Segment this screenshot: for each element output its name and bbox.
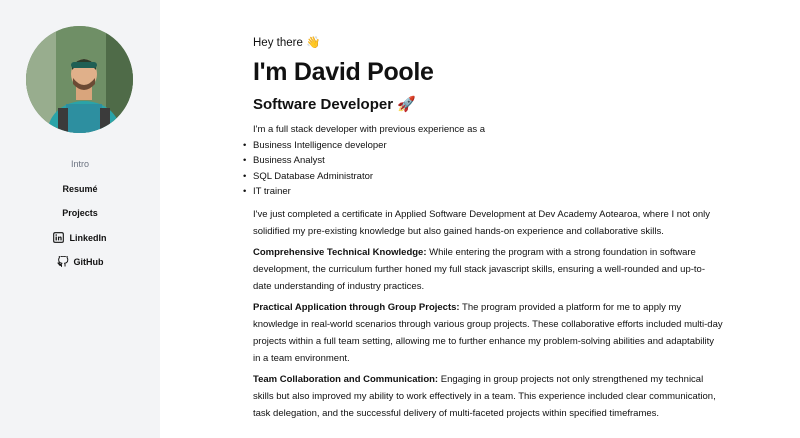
nav-item-github-label: GitHub [73, 257, 104, 268]
nav-item-intro[interactable]: Intro [0, 152, 160, 177]
section-heading: Comprehensive Technical Knowledge: [253, 246, 427, 258]
list-item: Business Intelligence developer [243, 138, 723, 154]
certificate-paragraph: I've just completed a certificate in App… [253, 208, 711, 237]
nav-item-projects[interactable]: Projects [0, 201, 160, 226]
section-team-collaboration: Team Collaboration and Communication: En… [253, 371, 723, 422]
section-group-projects: Practical Application through Group Proj… [253, 299, 723, 367]
sidebar-nav: Intro Resumé Projects LinkedIn GitHub [0, 152, 160, 275]
section-technical-knowledge: Comprehensive Technical Knowledge: While… [253, 244, 723, 295]
section-heading: Team Collaboration and Communication: [253, 373, 439, 385]
nav-item-linkedin-label: LinkedIn [69, 232, 107, 243]
github-icon [56, 256, 68, 268]
role-subtitle: Software Developer 🚀 [253, 96, 416, 113]
list-item: SQL Database Administrator [243, 169, 723, 185]
list-item: Business Analyst [243, 153, 723, 169]
nav-item-resume-label: Resumé [62, 183, 98, 194]
list-item: IT trainer [243, 184, 723, 200]
main-content: Hey there 👋 I'm David Poole Software Dev… [243, 33, 723, 426]
sidebar: Intro Resumé Projects LinkedIn GitHub [0, 0, 160, 438]
greeting: Hey there 👋 [253, 37, 321, 49]
intro-text: I'm a full stack developer with previous… [253, 124, 486, 135]
page-title: I'm David Poole [253, 58, 434, 86]
nav-item-projects-label: Projects [62, 208, 98, 219]
experience-list: Business Intelligence developer Business… [243, 138, 723, 200]
avatar [26, 26, 133, 133]
nav-item-resume[interactable]: Resumé [0, 177, 160, 202]
section-heading: Practical Application through Group Proj… [253, 301, 460, 313]
nav-item-github[interactable]: GitHub [0, 250, 160, 275]
linkedin-icon [53, 232, 65, 244]
nav-item-intro-label: Intro [70, 159, 89, 170]
avatar-photo [26, 26, 133, 133]
nav-item-linkedin[interactable]: LinkedIn [0, 226, 160, 251]
